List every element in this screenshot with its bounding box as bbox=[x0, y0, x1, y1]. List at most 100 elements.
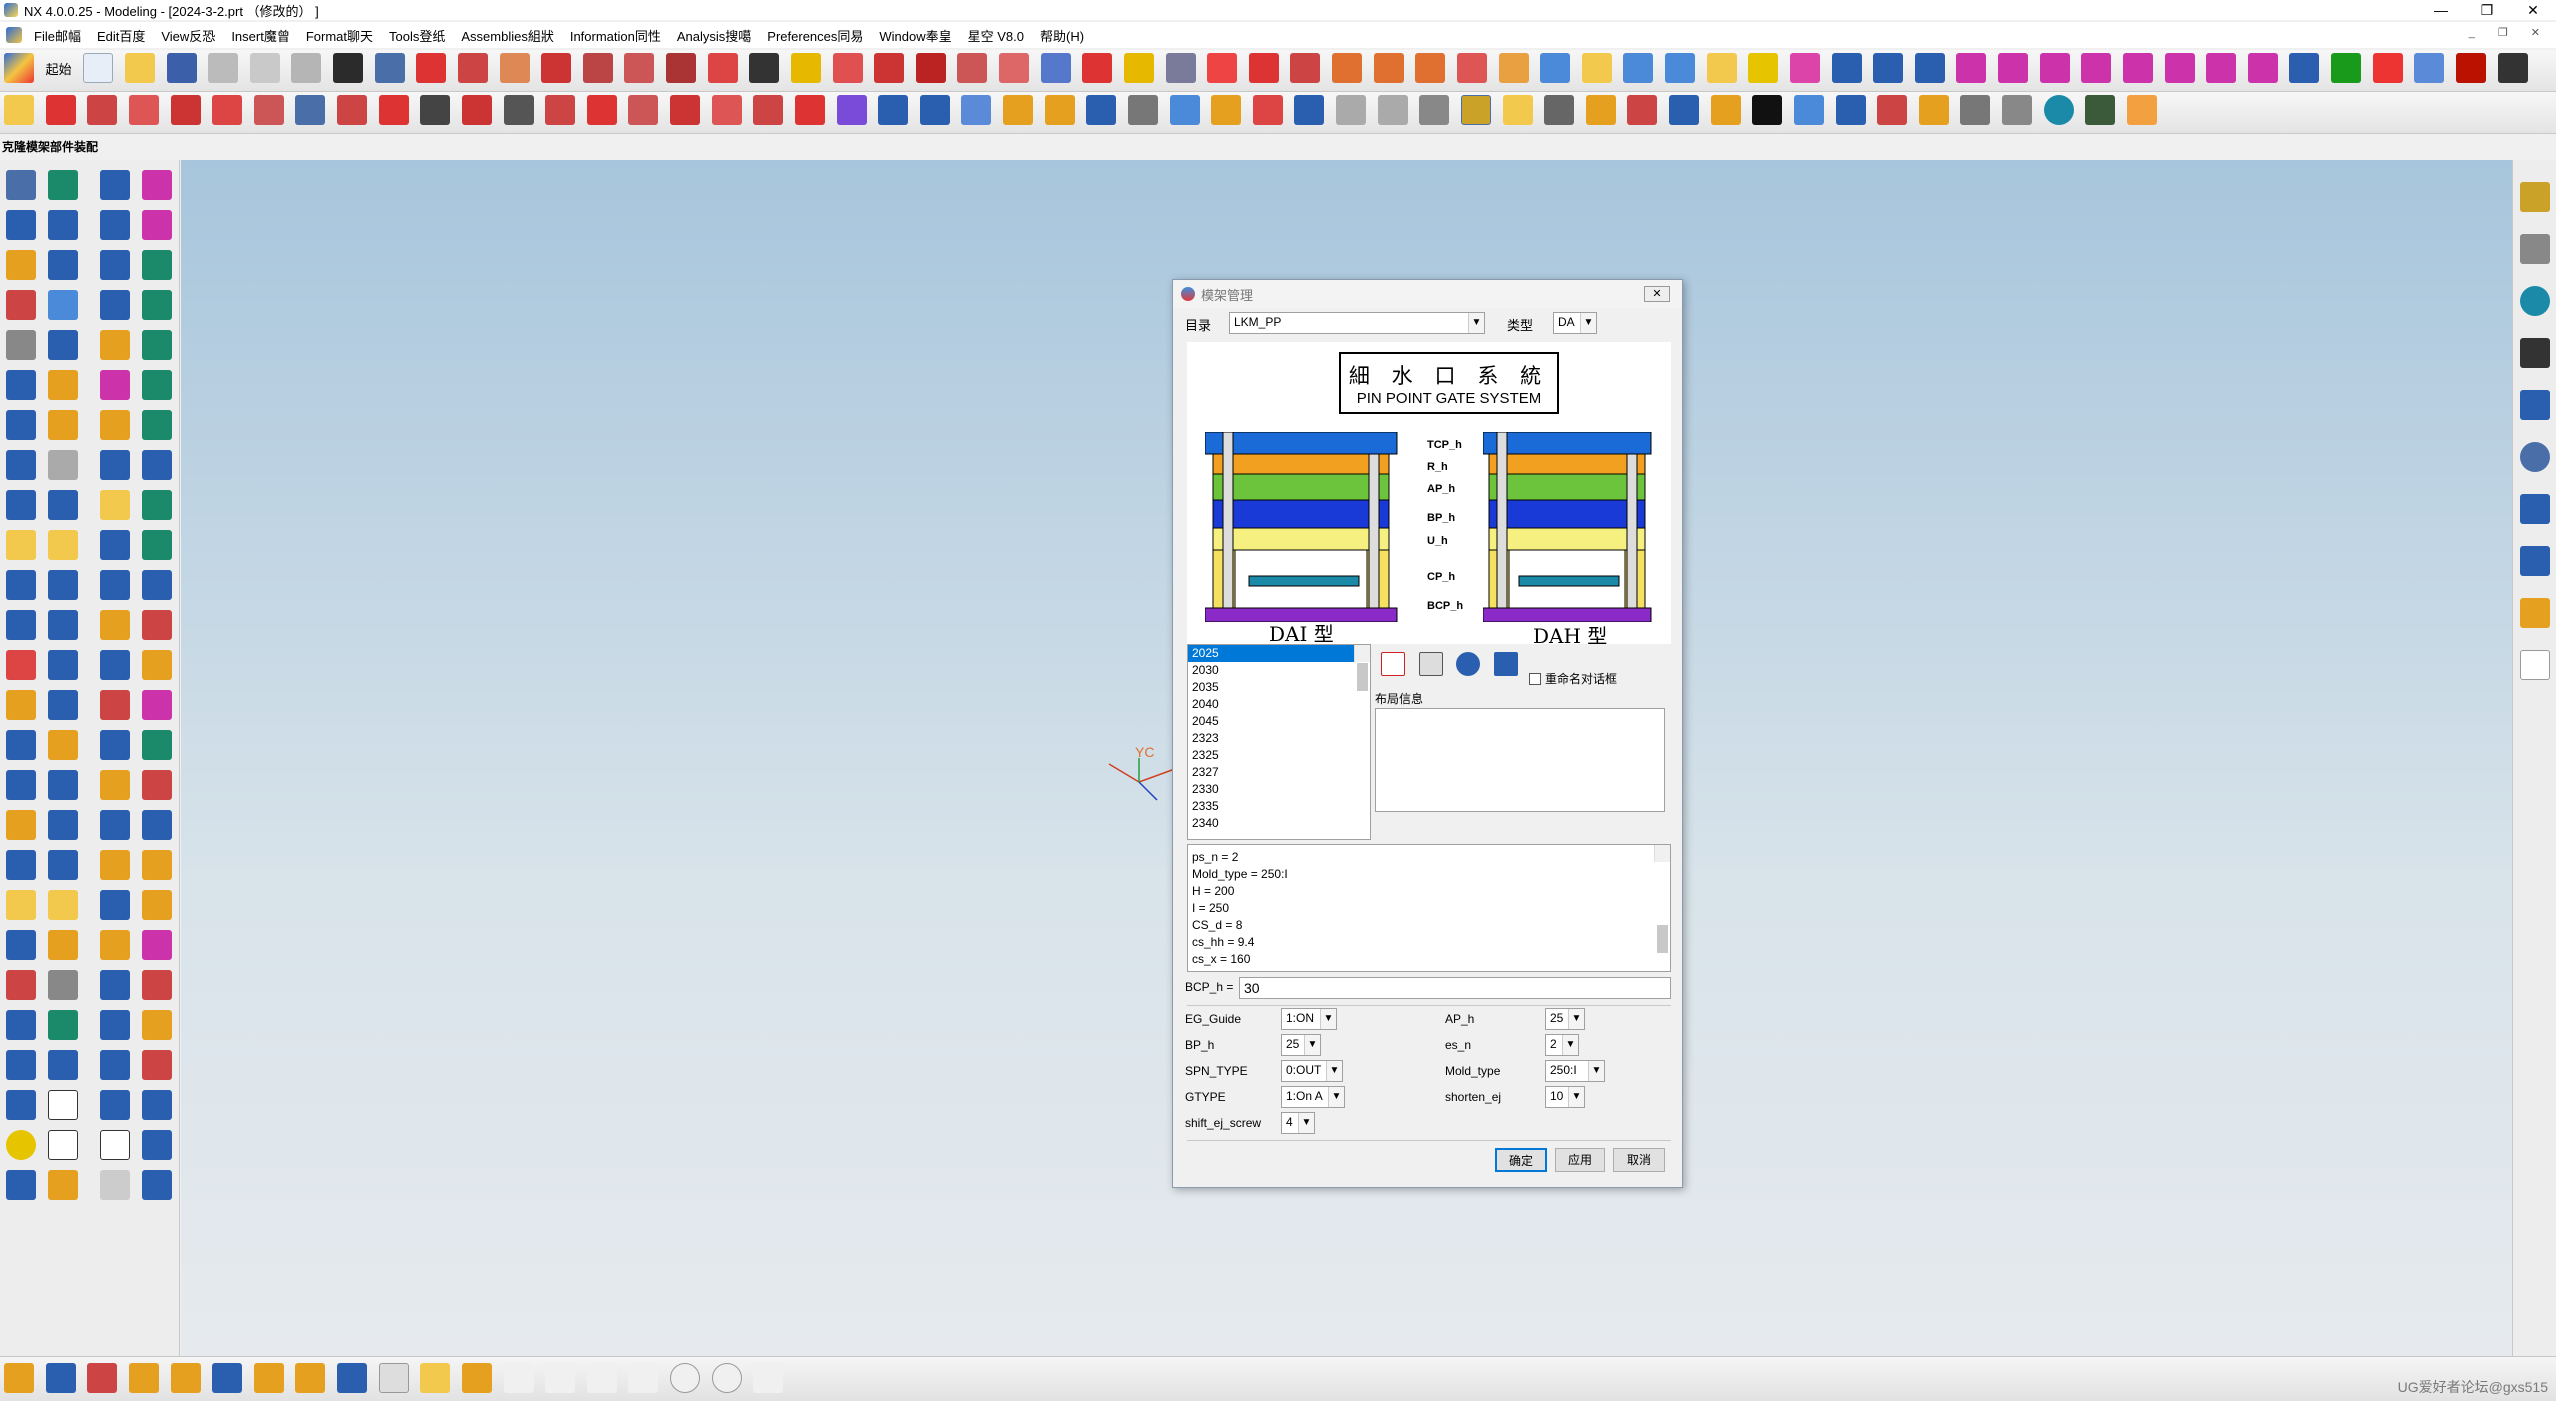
spreadsheet-icon[interactable] bbox=[1418, 652, 1443, 676]
array-component-icon[interactable] bbox=[170, 1363, 201, 1393]
join-curve-icon[interactable] bbox=[1290, 53, 1321, 83]
minimize-icon[interactable]: — bbox=[2418, 0, 2464, 20]
new-component-icon[interactable] bbox=[45, 1363, 76, 1393]
cube-face-icon[interactable] bbox=[100, 1010, 130, 1040]
dialog-title-bar[interactable]: 模架管理 bbox=[1173, 280, 1682, 308]
start-icon[interactable] bbox=[4, 53, 34, 83]
arrow-down-icon[interactable] bbox=[142, 810, 172, 840]
dialog-close-button[interactable]: ✕ bbox=[1644, 286, 1670, 302]
mesh-surface-icon[interactable] bbox=[100, 250, 130, 280]
roll-icon[interactable] bbox=[100, 1050, 130, 1080]
sketch-icon[interactable] bbox=[1877, 95, 1908, 125]
purple-wave-icon[interactable] bbox=[142, 690, 172, 720]
wave-icon[interactable] bbox=[100, 690, 130, 720]
intersect-icon[interactable] bbox=[1752, 95, 1783, 125]
plate-icon[interactable] bbox=[48, 850, 78, 880]
bend-line-icon[interactable] bbox=[586, 1363, 617, 1393]
revolve-icon[interactable] bbox=[1044, 95, 1075, 125]
roles-icon[interactable] bbox=[2519, 598, 2550, 628]
ejector-pin-icon[interactable] bbox=[6, 610, 36, 640]
pencil-icon[interactable] bbox=[100, 490, 130, 520]
bridge-curve-icon[interactable] bbox=[1248, 53, 1279, 83]
trim-corner-icon[interactable] bbox=[1665, 53, 1696, 83]
process-studio-icon[interactable] bbox=[2519, 546, 2550, 576]
shape2-icon[interactable] bbox=[48, 1010, 78, 1040]
surface-edit-icon[interactable] bbox=[142, 210, 172, 240]
list-item[interactable]: cs_x = 160 bbox=[1192, 951, 1666, 968]
through-curves-icon[interactable] bbox=[1873, 53, 1904, 83]
tangent-line-icon[interactable] bbox=[628, 1363, 659, 1393]
power-icon[interactable] bbox=[142, 1050, 172, 1080]
menu-help[interactable]: 帮助(H) bbox=[1032, 26, 1092, 45]
point-icon[interactable] bbox=[790, 53, 821, 83]
offset-face-icon[interactable] bbox=[48, 730, 78, 760]
globe-icon[interactable] bbox=[2043, 95, 2074, 125]
corner-surface-icon[interactable] bbox=[100, 850, 130, 880]
arc-icon[interactable] bbox=[457, 53, 488, 83]
ruled-icon[interactable] bbox=[2039, 53, 2070, 83]
project-init-icon[interactable] bbox=[6, 210, 36, 240]
section-curve-icon[interactable] bbox=[1498, 53, 1529, 83]
shape-icon[interactable] bbox=[48, 170, 78, 200]
subtract-icon[interactable] bbox=[1710, 95, 1741, 125]
hole-table-icon[interactable] bbox=[6, 1050, 36, 1080]
list-item[interactable]: cs_hh = 9.4 bbox=[1192, 934, 1666, 951]
wedge-icon[interactable] bbox=[48, 370, 78, 400]
ellipse-icon[interactable] bbox=[541, 53, 572, 83]
extrude-icon[interactable] bbox=[1003, 95, 1033, 125]
sweep-surface-icon[interactable] bbox=[100, 410, 130, 440]
list-item[interactable]: 2025 bbox=[1188, 645, 1370, 662]
intersect-curve-icon[interactable] bbox=[1456, 53, 1487, 83]
corner-icon[interactable] bbox=[628, 95, 659, 125]
offset-surface-icon[interactable] bbox=[2247, 53, 2278, 83]
list-item[interactable]: Mold_type = 250:I bbox=[1192, 866, 1666, 883]
end-point-icon[interactable] bbox=[45, 95, 76, 125]
drawing-icon[interactable] bbox=[6, 1010, 36, 1040]
x-mark-icon[interactable] bbox=[100, 1130, 130, 1160]
project-curve-icon[interactable] bbox=[1332, 53, 1363, 83]
expression-list[interactable]: ps_n = 2 Mold_type = 250:I H = 200 I = 2… bbox=[1187, 844, 1671, 972]
cube-icon[interactable] bbox=[48, 290, 78, 320]
open-folder-icon[interactable] bbox=[124, 53, 155, 83]
circle-center-sketch-icon[interactable] bbox=[711, 1363, 742, 1393]
expression-input[interactable]: 30 bbox=[1239, 977, 1671, 999]
stack-icon[interactable] bbox=[48, 810, 78, 840]
gate-icon[interactable] bbox=[6, 730, 36, 760]
mdi-controls[interactable]: _ ❐ ✕ bbox=[2469, 26, 2550, 39]
workpiece-icon[interactable] bbox=[6, 330, 36, 360]
text-icon[interactable] bbox=[749, 53, 780, 83]
helix-icon[interactable] bbox=[1123, 53, 1154, 83]
drop-icon[interactable] bbox=[100, 1090, 130, 1120]
control-point-icon[interactable] bbox=[128, 95, 159, 125]
bend-icon[interactable] bbox=[100, 930, 130, 960]
red-check-icon[interactable] bbox=[142, 770, 172, 800]
menu-information[interactable]: Information同性 bbox=[562, 26, 669, 45]
surface-grid-icon[interactable] bbox=[100, 530, 130, 560]
offset-curve-icon[interactable] bbox=[666, 53, 697, 83]
rename-checkbox[interactable]: 重命名对话框 bbox=[1529, 670, 1617, 687]
mirror-assembly-icon[interactable] bbox=[212, 1363, 243, 1393]
blend-icon[interactable] bbox=[1502, 95, 1533, 125]
parabola-icon[interactable] bbox=[1040, 53, 1071, 83]
list-item[interactable]: I = 250 bbox=[1192, 900, 1666, 917]
purple-curve-icon[interactable] bbox=[142, 930, 172, 960]
feature-copy-icon[interactable] bbox=[48, 570, 78, 600]
layered-surface-icon[interactable] bbox=[100, 610, 130, 640]
slot-icon[interactable] bbox=[1252, 95, 1283, 125]
blue-plane-icon[interactable] bbox=[142, 450, 172, 480]
combined-curve-icon[interactable] bbox=[1373, 53, 1404, 83]
circle-sketch-icon[interactable] bbox=[670, 1363, 700, 1393]
green-surface4-icon[interactable] bbox=[142, 370, 172, 400]
reposition-icon[interactable] bbox=[128, 1363, 159, 1393]
xyz-icon[interactable] bbox=[1207, 53, 1238, 83]
cylinder-icon[interactable] bbox=[878, 95, 909, 125]
purple-surface-icon[interactable] bbox=[100, 370, 130, 400]
view-mgr-icon[interactable] bbox=[6, 1170, 36, 1200]
quilt-icon[interactable] bbox=[2289, 53, 2320, 83]
block-tool-icon[interactable] bbox=[48, 770, 78, 800]
undo-icon[interactable] bbox=[333, 53, 364, 83]
mesh-icon[interactable] bbox=[1831, 53, 1862, 83]
list-item[interactable]: 2323 bbox=[1188, 730, 1370, 747]
ok-button[interactable]: 确定 bbox=[1495, 1148, 1547, 1172]
wave-link-icon[interactable] bbox=[295, 1363, 326, 1393]
